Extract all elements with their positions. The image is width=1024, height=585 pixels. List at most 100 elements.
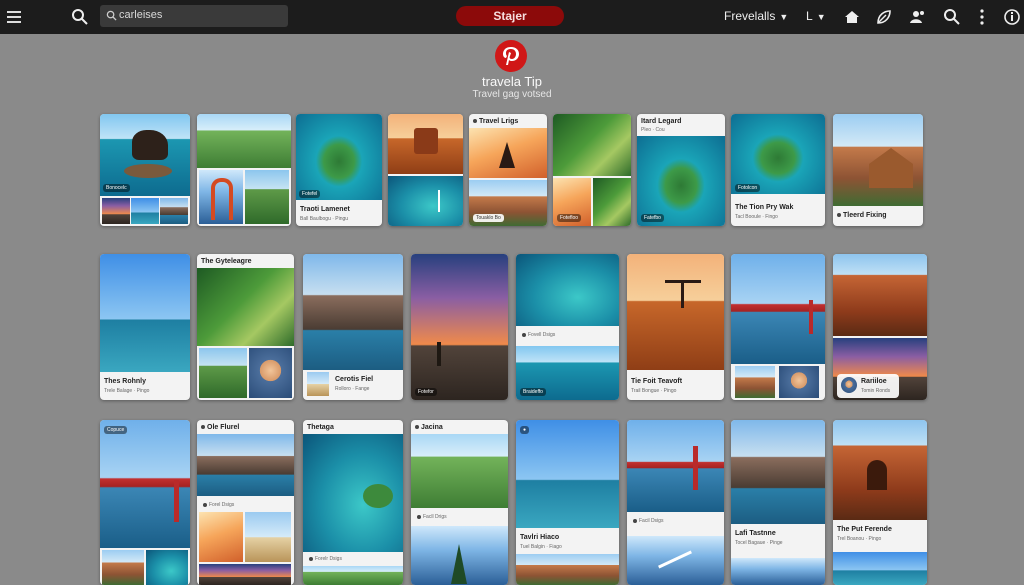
island (363, 484, 393, 508)
pin-card[interactable]: Bonocelc (100, 114, 190, 226)
pin-card[interactable]: Fotefor (411, 254, 508, 400)
pin-card[interactable]: Jacina Facll Drigs (411, 420, 508, 585)
pin-image (197, 114, 291, 168)
pin-card[interactable] (197, 114, 291, 226)
people-icon[interactable] (908, 7, 928, 27)
pin-card[interactable]: Cerotis Fiel Rolloro · Fange (303, 254, 403, 400)
pin-card[interactable]: Thetaga Forelr Dsigs (303, 420, 403, 585)
info-icon[interactable] (1002, 7, 1022, 27)
pin-title: Itard Legard (641, 118, 682, 125)
pin-image (731, 254, 825, 364)
avatar (841, 377, 857, 393)
pin-thumb (102, 198, 130, 224)
pin-card[interactable]: Fotefel Traoti Lamenet Ball Baulbogu · P… (296, 114, 382, 226)
pin-card[interactable]: Tleerd Fixing (833, 114, 923, 226)
pin-subtitle: Forelr Dsigs (309, 556, 342, 562)
pin-subtitle: Forel Dsigs (203, 502, 234, 508)
pin-image (731, 114, 825, 194)
pin-image (833, 254, 927, 336)
menu-icon[interactable] (5, 7, 25, 27)
pin-image (199, 170, 243, 224)
pin-card[interactable]: Rariiloe Tomin Ronds (833, 254, 927, 400)
pin-card[interactable]: The Put Ferende Trel Boanou · Pingo (833, 420, 927, 585)
pin-card[interactable]: Travel Lrigs Touaklo Bo (469, 114, 547, 226)
home-icon[interactable] (842, 7, 862, 27)
bridge-tower (693, 446, 698, 490)
secondary-dropdown[interactable]: L ▼ (806, 9, 826, 23)
pin-title: Tleerd Fixing (837, 212, 887, 219)
pin-image (411, 526, 508, 585)
pin-title-text: Travel Lrigs (479, 118, 519, 125)
pin-image (516, 420, 619, 528)
pin-image (627, 254, 724, 370)
pin-card[interactable]: Fotefloo (553, 114, 631, 226)
chevron-down-icon: ▼ (779, 12, 789, 22)
pin-thumb (146, 550, 188, 585)
pin-dot-icon (415, 425, 419, 430)
search-icon[interactable] (942, 7, 962, 27)
pin-card[interactable]: Copuce (100, 420, 190, 585)
turbine-blade (658, 550, 692, 569)
rock-formation (414, 128, 438, 154)
pin-title: Tavlri Hiaco (520, 534, 560, 541)
pin-image (197, 434, 294, 496)
secondary-dropdown-label: L (806, 9, 813, 23)
pin-dot-icon (473, 119, 477, 124)
pin-card[interactable]: Ole Flurel Forel Dsigs (197, 420, 294, 585)
pinterest-icon (503, 47, 519, 65)
pin-subtitle: Rolloro · Fange (335, 386, 370, 392)
pin-dot-icon (309, 556, 313, 561)
pin-subtitle: Trel Boanou · Pingo (837, 536, 882, 542)
search-icon[interactable] (70, 7, 90, 27)
pin-image (388, 176, 463, 226)
pin-subtitle: Trele Balage · Pingo (104, 388, 150, 394)
pin-title: Jacina (415, 424, 443, 431)
pin-thumb (307, 372, 329, 396)
pin-card[interactable] (731, 254, 825, 400)
primary-action-button[interactable]: Stajer (456, 6, 564, 26)
pin-card[interactable]: ● Tavlri Hiaco Tuel Balgin · Fiago (516, 420, 619, 585)
pin-image (469, 128, 547, 178)
pin-card[interactable]: Fovell Dsigs Braideffo (516, 254, 619, 400)
pin-chip: Braideffo (520, 388, 546, 396)
search-field-icon (106, 10, 117, 21)
explore-dropdown[interactable]: Frevelalls ▼ (724, 9, 788, 23)
pin-image (731, 420, 825, 524)
search-text: carleises (119, 9, 163, 21)
search-input[interactable]: carleises (100, 5, 288, 27)
more-icon[interactable] (972, 7, 992, 27)
crane-arm (665, 280, 701, 283)
pin-card[interactable]: Itard Legard Pleo · Cou Fatefbo (637, 114, 725, 226)
pin-card[interactable]: Fotolcon The Tion Pry Wak Tacl Booule · … (731, 114, 825, 226)
pin-image (411, 254, 508, 400)
pin-image (199, 512, 243, 562)
pin-card[interactable] (388, 114, 463, 226)
pin-card[interactable]: The Gyteleagre (197, 254, 294, 400)
pin-dot-icon (522, 332, 526, 337)
pin-card[interactable]: Lafi Tastnne Tocel Bagaue · Pinge (731, 420, 825, 585)
pin-dot-icon (203, 502, 207, 507)
pin-subtitle: Facll Drigs (417, 514, 447, 520)
pin-card[interactable]: Facil Dsigs (627, 420, 724, 585)
canyon-arch (867, 460, 887, 490)
pin-card[interactable]: Tie Foit Teavoft Trail Bongue · Pingo (627, 254, 724, 400)
pin-image (100, 420, 190, 548)
pin-image (296, 114, 382, 200)
pin-dot-icon (633, 518, 637, 523)
pin-subtitle: Facil Dsigs (633, 518, 663, 524)
pin-title: Traoti Lamenet (300, 206, 350, 213)
pin-chip: Touaklo Bo (473, 214, 504, 222)
tree (451, 544, 467, 584)
pin-title: Thetaga (307, 424, 334, 431)
pin-subtitle: Tocel Bagaue · Pinge (735, 540, 783, 546)
pin-image (627, 420, 724, 512)
pin-image (199, 564, 291, 585)
leaf-icon[interactable] (874, 7, 894, 27)
tower-silhouette (437, 342, 441, 366)
pin-chip: Bonocelc (103, 184, 130, 192)
brand-tagline: Travel gag votsed (472, 89, 552, 100)
pin-image (100, 254, 190, 372)
brand-logo[interactable] (495, 40, 527, 72)
pin-card[interactable]: Thes Rohnly Trele Balage · Pingo (100, 254, 190, 400)
pin-title-text: Jacina (421, 424, 443, 431)
